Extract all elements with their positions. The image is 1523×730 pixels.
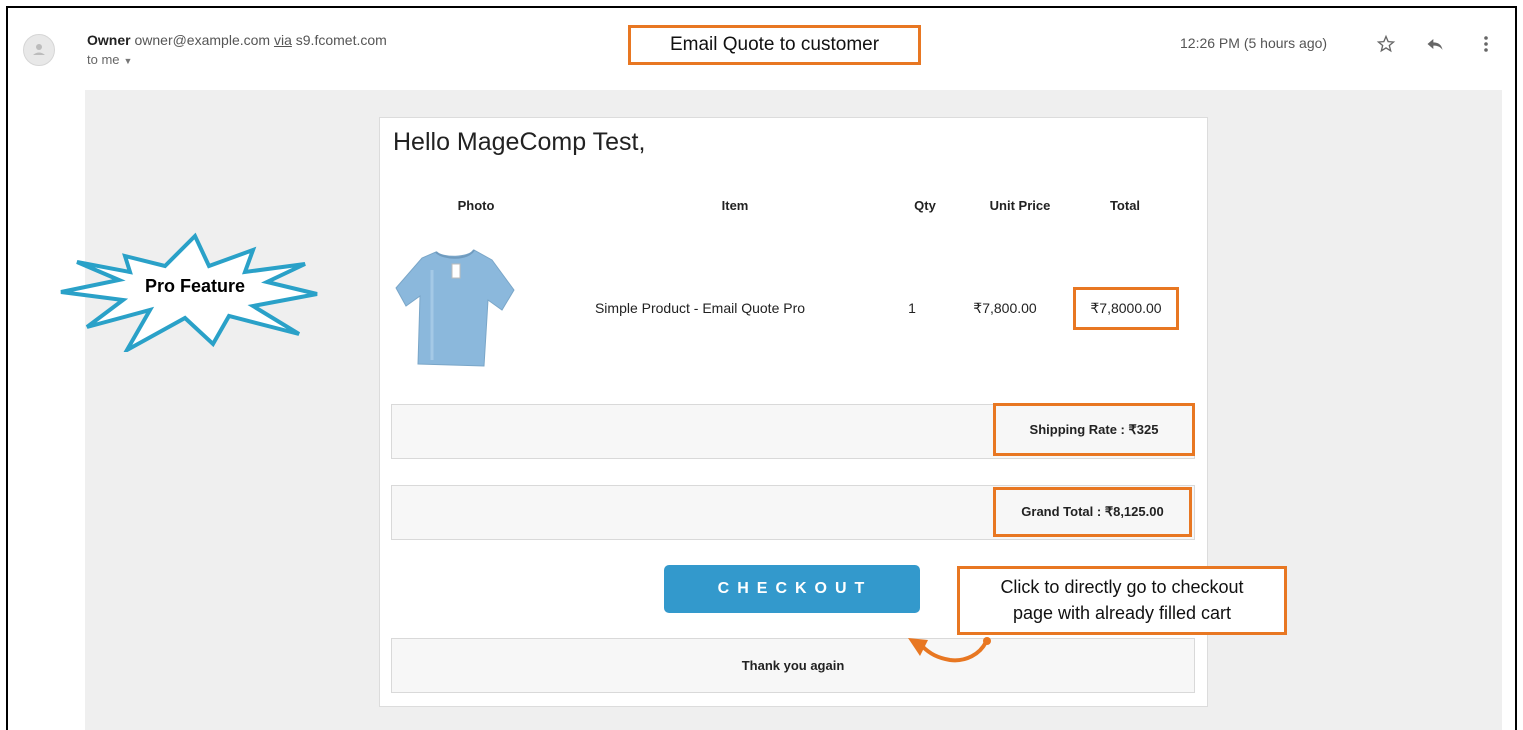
sender-avatar: [23, 34, 55, 66]
col-unit-price: Unit Price: [989, 198, 1051, 213]
via-link[interactable]: via: [274, 32, 292, 48]
title-callout: Email Quote to customer: [628, 25, 921, 65]
checkout-note-callout: Click to directly go to checkout page wi…: [957, 566, 1287, 635]
sender-email: owner@example.com: [134, 32, 271, 48]
pro-feature-label: Pro Feature: [144, 276, 246, 296]
col-item: Item: [721, 198, 749, 213]
timestamp: 12:26 PM (5 hours ago): [1180, 35, 1328, 51]
chevron-down-icon[interactable]: ▼: [124, 56, 133, 66]
greeting: Hello MageComp Test,: [393, 128, 646, 156]
checkout-button[interactable]: CHECKOUT: [664, 565, 920, 613]
via-domain: s9.fcomet.com: [295, 32, 387, 48]
grand-total: Grand Total : ₹8,125.00: [993, 487, 1192, 537]
star-icon[interactable]: [1375, 33, 1397, 55]
shipping-rate: Shipping Rate : ₹325: [993, 403, 1195, 456]
sender-line: Owner owner@example.com via s9.fcomet.co…: [87, 32, 387, 48]
row-total: ₹7,8000.00: [1073, 287, 1179, 330]
recipient-toggle[interactable]: to me ▼: [87, 52, 132, 67]
col-photo: Photo: [457, 198, 495, 213]
row-unit-price: ₹7,800.00: [973, 300, 1037, 316]
col-qty: Qty: [914, 198, 936, 213]
more-vert-icon[interactable]: [1475, 33, 1497, 55]
checkout-note-line2: page with already filled cart: [1012, 603, 1232, 623]
recipient-label: to me: [87, 52, 120, 67]
thank-you-row: Thank you again: [391, 638, 1195, 693]
sender-name: Owner: [87, 32, 131, 48]
reply-icon[interactable]: [1424, 33, 1446, 55]
col-total: Total: [1109, 198, 1141, 213]
row-qty: 1: [908, 300, 916, 316]
product-image: [392, 240, 518, 372]
row-item-name: Simple Product - Email Quote Pro: [594, 300, 806, 316]
checkout-note-line1: Click to directly go to checkout: [1000, 577, 1244, 597]
curved-arrow-icon: [900, 628, 1010, 688]
person-icon: [33, 44, 45, 55]
